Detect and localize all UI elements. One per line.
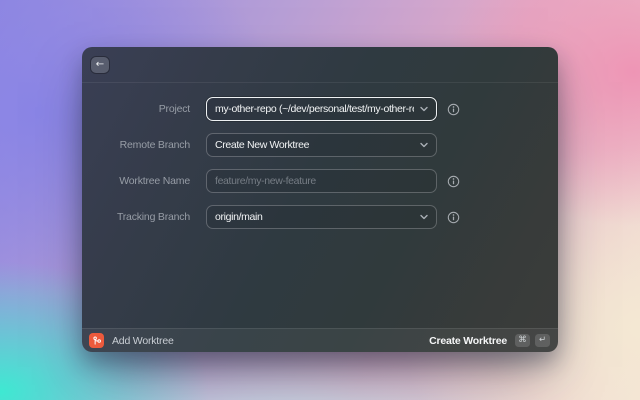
footer-left: Add Worktree [89, 333, 429, 348]
footer-right: Create Worktree ⌘ ↵ [429, 334, 550, 347]
chevron-down-icon [420, 142, 428, 148]
return-key-icon[interactable]: ↵ [535, 334, 550, 347]
add-worktree-dialog: ← Project my-other-repo (~/dev/personal/… [82, 47, 558, 352]
command-key-icon[interactable]: ⌘ [515, 334, 530, 347]
dialog-title: Add Worktree [112, 335, 174, 347]
form-row-project: Project my-other-repo (~/dev/personal/te… [82, 97, 558, 121]
tracking-branch-select-value: origin/main [215, 211, 414, 223]
desktop: { "window": { "header": { "back_button_g… [0, 0, 640, 400]
worktree-name-label: Worktree Name [82, 175, 190, 187]
worktree-branch-icon [89, 333, 104, 348]
tracking-branch-select[interactable]: origin/main [206, 205, 437, 229]
remote-branch-label: Remote Branch [82, 139, 190, 151]
chevron-down-icon [420, 214, 428, 220]
form-row-remote-branch: Remote Branch Create New Worktree [82, 133, 558, 157]
info-icon[interactable] [446, 174, 460, 188]
create-worktree-button[interactable]: Create Worktree [429, 335, 507, 347]
worktree-form: Project my-other-repo (~/dev/personal/te… [82, 83, 558, 328]
chevron-down-icon [420, 106, 428, 112]
worktree-name-input[interactable] [206, 169, 437, 193]
project-select-value: my-other-repo (~/dev/personal/test/my-ot… [215, 103, 414, 115]
info-icon[interactable] [446, 102, 460, 116]
info-icon[interactable] [446, 210, 460, 224]
dialog-footer: Add Worktree Create Worktree ⌘ ↵ [82, 328, 558, 352]
form-row-worktree-name: Worktree Name [82, 169, 558, 193]
remote-branch-select[interactable]: Create New Worktree [206, 133, 437, 157]
remote-branch-select-value: Create New Worktree [215, 139, 414, 151]
form-row-tracking-branch: Tracking Branch origin/main [82, 205, 558, 229]
tracking-branch-label: Tracking Branch [82, 211, 190, 223]
project-select[interactable]: my-other-repo (~/dev/personal/test/my-ot… [206, 97, 437, 121]
dialog-titlebar: ← [82, 47, 558, 83]
back-button[interactable]: ← [91, 57, 109, 73]
project-label: Project [82, 103, 190, 115]
